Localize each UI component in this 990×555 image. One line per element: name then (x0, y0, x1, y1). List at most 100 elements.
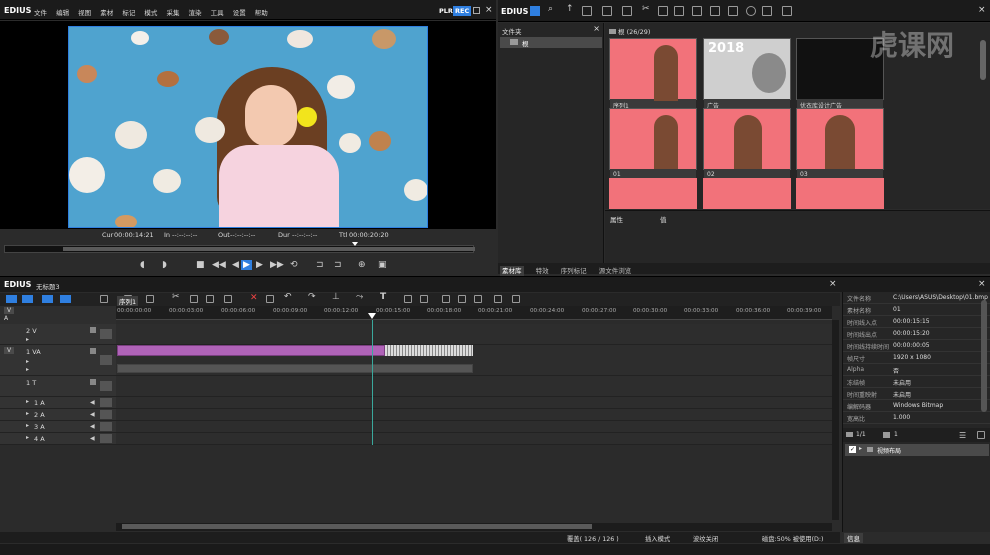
overwrite-to-timeline-icon[interactable]: ⊐ (334, 260, 342, 270)
track-mode-icon[interactable] (22, 295, 33, 303)
open-icon[interactable] (602, 6, 612, 16)
transition-clip[interactable] (385, 345, 473, 356)
track-expand-icon[interactable]: ▸ (26, 398, 29, 405)
track-expand-icon[interactable]: ▸ (26, 410, 29, 417)
bin-close-icon[interactable]: × (978, 5, 986, 15)
track-header[interactable]: V 1 VA ▸ ▸ (0, 345, 116, 376)
mark-out-icon[interactable]: ◗ (162, 260, 167, 270)
menu-mode[interactable]: 模式 (144, 9, 157, 17)
view-mode-icon[interactable] (762, 6, 772, 16)
timeline-vscrollbar[interactable] (832, 320, 839, 520)
cut-icon[interactable]: ✂ (172, 292, 180, 302)
redo-icon[interactable]: ↷ (308, 292, 316, 302)
track-select-v[interactable]: V (4, 307, 15, 314)
copy-icon[interactable] (658, 6, 668, 16)
track-expand-icon[interactable]: ▸ (26, 422, 29, 429)
mixer-icon[interactable] (404, 295, 412, 303)
new-folder-icon[interactable] (582, 6, 592, 16)
menu-view[interactable]: 视图 (78, 9, 91, 17)
track-lock-icon[interactable] (90, 348, 96, 354)
menu-help[interactable]: 帮助 (255, 9, 268, 17)
timeline-empty-area[interactable] (116, 445, 832, 521)
step-forward-icon[interactable]: ▶ (256, 260, 263, 270)
track-row[interactable] (116, 376, 832, 397)
effect-row[interactable]: ✓ ▸ 视频布局 (845, 444, 989, 456)
split-icon[interactable]: ⊥ (332, 292, 340, 302)
tab-effects[interactable]: 特效 (536, 267, 549, 275)
track-sync-icon[interactable] (100, 434, 112, 443)
tab-info[interactable]: 信息 (844, 533, 863, 543)
track-mute-icon[interactable]: ◀ (90, 411, 95, 418)
tab-bin[interactable]: 素材库 (500, 266, 524, 276)
sequence-tab[interactable]: 序列1 (117, 296, 139, 306)
track-lock-icon[interactable] (90, 327, 96, 333)
scrubber-playhead[interactable] (352, 242, 358, 246)
menu-tools[interactable]: 工具 (211, 9, 224, 17)
menu-settings[interactable]: 设置 (233, 9, 246, 17)
list-icon[interactable]: ☰ (959, 431, 966, 440)
audio-waveform[interactable] (117, 364, 473, 373)
clip-thumbnail[interactable] (609, 178, 697, 209)
link-icon[interactable] (60, 295, 71, 303)
menu-capture[interactable]: 采集 (166, 9, 179, 17)
add-marker-icon[interactable] (266, 295, 274, 303)
folder-tree-close-icon[interactable]: × (593, 24, 600, 33)
track-sync-icon[interactable] (100, 422, 112, 431)
grid-icon[interactable] (494, 295, 502, 303)
menu-file[interactable]: 文件 (34, 9, 47, 17)
track-header[interactable]: ▸ 1 A ◀ (0, 397, 116, 409)
player-close-icon[interactable]: × (485, 5, 493, 15)
clip-thumbnail[interactable]: 01 (609, 108, 697, 181)
track-sync-icon[interactable] (100, 381, 112, 391)
rec-mode-toggle[interactable]: REC (453, 6, 472, 16)
track-row[interactable] (116, 433, 832, 445)
delete-icon[interactable]: ✕ (250, 293, 258, 303)
sync-icon[interactable] (474, 295, 482, 303)
track-header[interactable]: 2 V ▸ (0, 324, 116, 345)
info-close-icon[interactable]: × (978, 279, 986, 289)
track-mute-icon[interactable]: ◀ (90, 423, 95, 430)
track-row[interactable] (116, 421, 832, 433)
track-mute-icon[interactable]: ◀ (90, 399, 95, 406)
monitor-icon[interactable] (512, 295, 520, 303)
timeline-hscrollbar[interactable] (116, 523, 832, 531)
track-row[interactable] (116, 397, 832, 409)
render-icon[interactable] (442, 295, 450, 303)
save-as-icon[interactable] (146, 295, 154, 303)
clip-thumbnail[interactable] (796, 178, 884, 209)
track-expand-icon[interactable]: ▸ (26, 434, 29, 441)
track-lock-icon[interactable] (90, 379, 96, 385)
step-back-icon[interactable]: ◀ (232, 260, 239, 270)
paste-icon[interactable] (674, 6, 684, 16)
track-sync-icon[interactable] (100, 329, 112, 339)
track-row[interactable] (116, 409, 832, 421)
sequence-mode-icon[interactable] (6, 295, 17, 303)
undo-icon[interactable]: ↶ (284, 292, 292, 302)
track-sync-icon[interactable] (100, 410, 112, 419)
plr-mode-toggle[interactable]: PLR (439, 7, 453, 15)
rewind-icon[interactable]: ◀◀ (212, 260, 226, 270)
clip-thumbnail[interactable]: 2018 广告 (703, 38, 791, 111)
track-header[interactable]: 1 T (0, 376, 116, 397)
track-header[interactable]: ▸ 2 A ◀ (0, 409, 116, 421)
up-folder-icon[interactable]: ↑ (566, 4, 574, 14)
loop-icon[interactable]: ⟲ (290, 260, 298, 270)
audio-icon[interactable] (420, 295, 428, 303)
folder-root[interactable]: 根 (500, 37, 602, 48)
cut-icon[interactable]: ✂ (642, 4, 650, 14)
player-minimize-icon[interactable] (473, 7, 480, 14)
play-icon[interactable]: ▶ (241, 260, 252, 270)
track-row[interactable] (116, 345, 832, 376)
track-header[interactable]: ▸ 3 A ◀ (0, 421, 116, 433)
paste-icon[interactable] (206, 295, 214, 303)
check-icon[interactable] (728, 6, 738, 16)
tab-source-browser[interactable]: 源文件浏览 (599, 267, 632, 275)
tab-sequence-markers[interactable]: 序列标记 (561, 267, 587, 275)
add-clip-icon[interactable] (622, 6, 632, 16)
record-icon[interactable] (746, 6, 756, 16)
new-sequence-icon[interactable] (100, 295, 108, 303)
effect-checkbox[interactable]: ✓ (849, 446, 856, 453)
track-select-a[interactable]: A (4, 315, 8, 322)
track-row[interactable] (116, 324, 832, 345)
track-expand-icon[interactable]: ▸ (26, 366, 29, 373)
